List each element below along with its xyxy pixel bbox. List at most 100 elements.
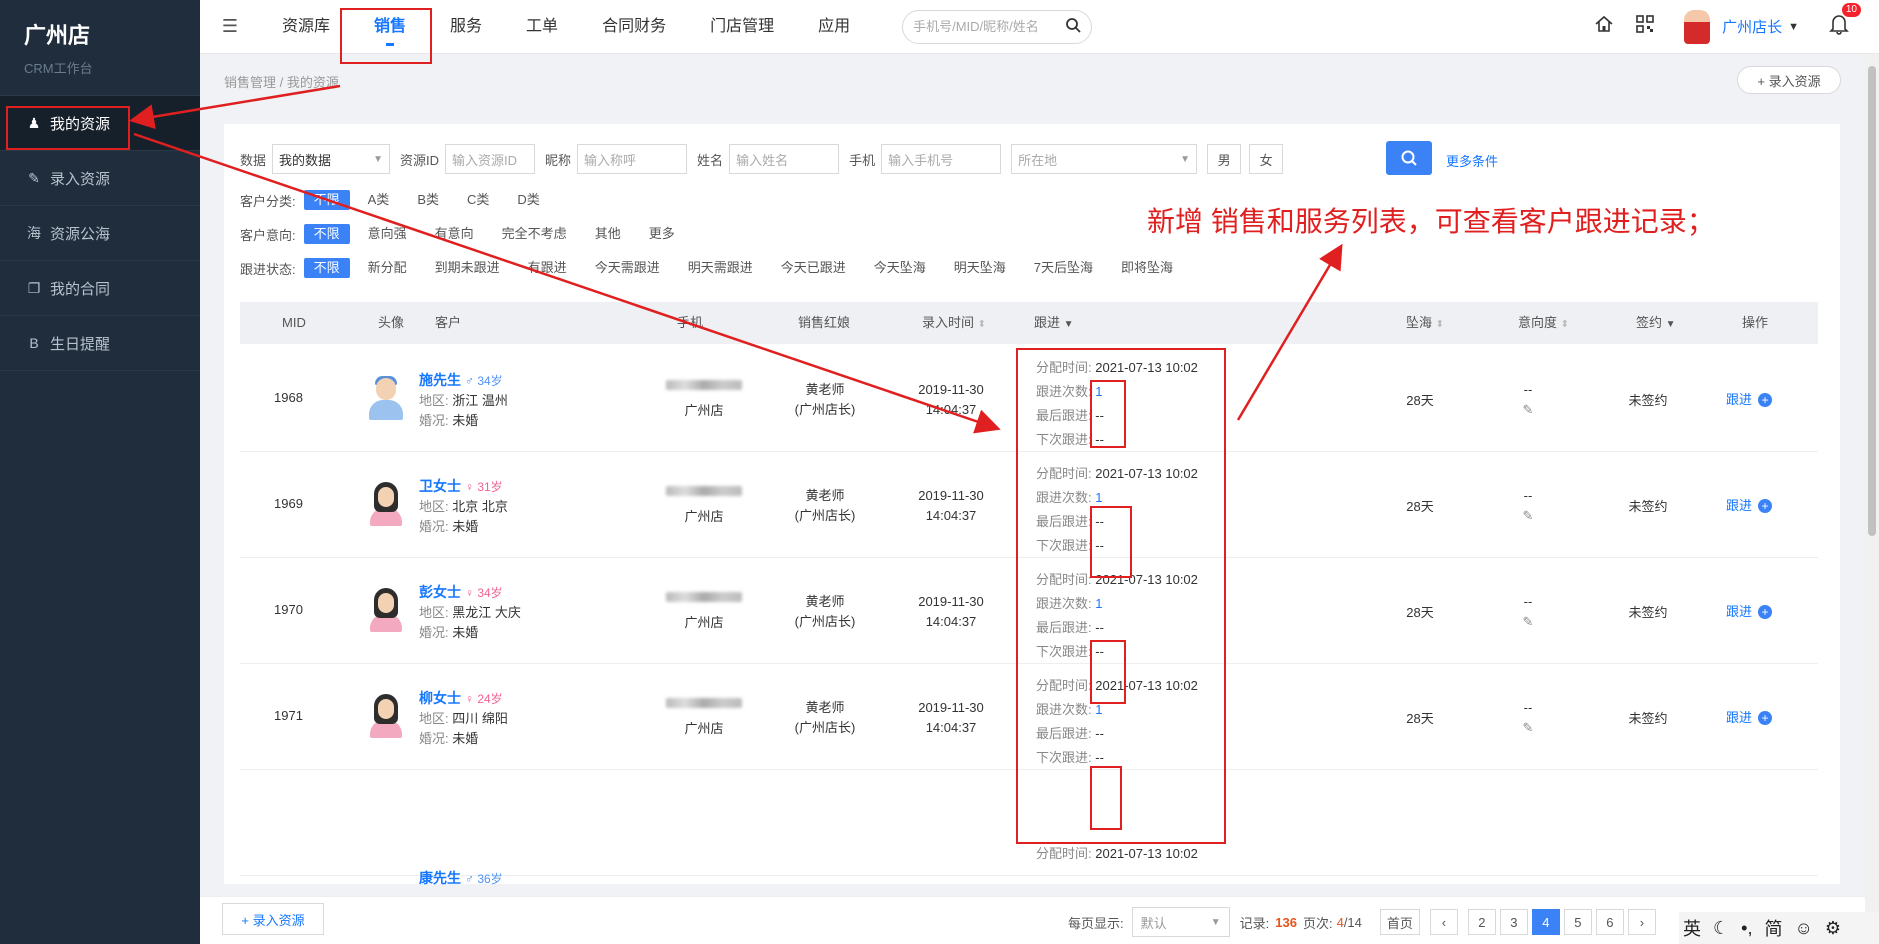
global-search[interactable] bbox=[902, 9, 1093, 44]
filter-chip[interactable]: 不限 bbox=[303, 258, 350, 278]
top-tab[interactable]: 应用 bbox=[796, 0, 872, 54]
filter-chip[interactable]: 新分配 bbox=[358, 258, 417, 278]
top-tab[interactable]: 合同财务 bbox=[580, 0, 688, 54]
home-icon[interactable] bbox=[1594, 14, 1614, 40]
first-page-button[interactable]: 首页 bbox=[1379, 909, 1420, 935]
emoji-icon[interactable]: ☺ bbox=[1794, 918, 1812, 939]
qrcode-icon[interactable] bbox=[1636, 14, 1654, 39]
page-number-button[interactable]: 2 bbox=[1467, 909, 1496, 935]
menu-toggle-icon[interactable]: ☰ bbox=[200, 16, 260, 37]
filter-chip[interactable]: 有意向 bbox=[425, 224, 484, 244]
filter-chip[interactable]: 明天坠海 bbox=[944, 258, 1016, 278]
follow-up-link[interactable]: 跟进 bbox=[1726, 604, 1752, 619]
nickname-input[interactable]: 输入称呼 bbox=[577, 144, 688, 174]
filter-chip[interactable]: 不限 bbox=[303, 224, 350, 244]
male-button[interactable]: 男 bbox=[1207, 144, 1242, 174]
punctuation-icon[interactable]: •, bbox=[1741, 918, 1752, 939]
follow-up-link[interactable]: 跟进 bbox=[1726, 710, 1752, 725]
scrollbar-thumb[interactable] bbox=[1868, 66, 1876, 536]
filter-chip[interactable]: B类 bbox=[407, 190, 449, 210]
bell-icon[interactable]: 10 bbox=[1829, 2, 1861, 41]
th-intent[interactable]: 意向度 ⬍ bbox=[1518, 302, 1569, 344]
page-number-button[interactable]: 3 bbox=[1499, 909, 1528, 935]
th-entry-time[interactable]: 录入时间 ⬍ bbox=[922, 302, 986, 344]
location-select[interactable]: 所在地 ▼ bbox=[1011, 144, 1198, 174]
add-resource-bottom-button[interactable]: + 录入资源 bbox=[222, 903, 324, 935]
per-page-select[interactable]: 默认 ▼ bbox=[1131, 907, 1230, 937]
filter-chip[interactable]: 今天坠海 bbox=[864, 258, 936, 278]
pencil-icon[interactable]: ✎ bbox=[1498, 400, 1558, 420]
sort-icon[interactable]: ⬍ bbox=[1561, 319, 1569, 330]
resource-id-input[interactable]: 输入资源ID bbox=[445, 144, 536, 174]
phone-cell: 广州店 bbox=[654, 592, 754, 631]
customer-name-link[interactable]: 彭女士 bbox=[419, 584, 461, 600]
ime-simplified[interactable]: 简 bbox=[1764, 915, 1782, 941]
phone-input[interactable]: 输入手机号 bbox=[881, 144, 1002, 174]
filter-chip[interactable]: 明天需跟进 bbox=[678, 258, 763, 278]
search-icon[interactable] bbox=[1065, 17, 1081, 36]
caret-down-icon[interactable]: ▼ bbox=[1666, 319, 1676, 330]
plus-circle-icon[interactable]: + bbox=[1758, 711, 1773, 725]
chevron-down-icon[interactable]: ▼ bbox=[1788, 21, 1799, 33]
pencil-icon[interactable]: ✎ bbox=[1498, 506, 1558, 526]
top-tab[interactable]: 服务 bbox=[428, 0, 504, 54]
top-tab[interactable]: 工单 bbox=[504, 0, 580, 54]
page-number-button[interactable]: 5 bbox=[1563, 909, 1592, 935]
global-search-input[interactable] bbox=[913, 19, 1066, 34]
filter-chip[interactable]: 有跟进 bbox=[518, 258, 577, 278]
ime-lang[interactable]: 英 bbox=[1683, 915, 1701, 941]
follow-up-link[interactable]: 跟进 bbox=[1726, 392, 1752, 407]
filter-chip[interactable]: 其他 bbox=[585, 224, 631, 244]
sidebar-item[interactable]: ✎ 录入资源 bbox=[0, 151, 200, 206]
name-input[interactable]: 输入姓名 bbox=[729, 144, 840, 174]
pencil-icon[interactable]: ✎ bbox=[1498, 612, 1558, 632]
filter-chip[interactable]: 不限 bbox=[303, 190, 350, 210]
filter-chip[interactable]: D类 bbox=[507, 190, 549, 210]
pencil-icon[interactable]: ✎ bbox=[1498, 718, 1558, 738]
plus-circle-icon[interactable]: + bbox=[1758, 499, 1773, 513]
next-page-icon[interactable]: › bbox=[1627, 909, 1656, 935]
user-avatar[interactable] bbox=[1684, 9, 1711, 44]
filter-chip[interactable]: 到期未跟进 bbox=[425, 258, 510, 278]
user-name[interactable]: 广州店长 bbox=[1722, 16, 1782, 37]
gear-icon[interactable]: ⚙ bbox=[1825, 918, 1841, 939]
filter-chip[interactable]: C类 bbox=[457, 190, 499, 210]
female-button[interactable]: 女 bbox=[1249, 144, 1284, 174]
page-number-button[interactable]: 4 bbox=[1531, 909, 1560, 935]
plus-circle-icon[interactable]: + bbox=[1758, 393, 1773, 407]
th-sign[interactable]: 签约 ▼ bbox=[1636, 302, 1676, 344]
follow-up-link[interactable]: 跟进 bbox=[1726, 498, 1752, 513]
filter-chip[interactable]: 更多 bbox=[639, 224, 685, 244]
filter-chip[interactable]: 7天后坠海 bbox=[1024, 258, 1103, 278]
page-number-button[interactable]: 6 bbox=[1595, 909, 1624, 935]
filter-chip[interactable]: 今天已跟进 bbox=[771, 258, 856, 278]
customer-name-link[interactable]: 施先生 bbox=[419, 372, 461, 388]
filter-chip[interactable]: 今天需跟进 bbox=[585, 258, 670, 278]
filter-chip[interactable]: 即将坠海 bbox=[1111, 258, 1183, 278]
customer-name-link[interactable]: 柳女士 bbox=[419, 690, 461, 706]
top-tab[interactable]: 门店管理 bbox=[688, 0, 796, 54]
region-label: 地区: bbox=[419, 605, 449, 620]
search-button[interactable] bbox=[1386, 141, 1432, 175]
sort-icon[interactable]: ⬍ bbox=[978, 319, 986, 330]
th-sea[interactable]: 坠海 ⬍ bbox=[1406, 302, 1444, 344]
sidebar-item[interactable]: ❐ 我的合同 bbox=[0, 261, 200, 316]
page-scrollbar[interactable] bbox=[1865, 54, 1879, 944]
sort-icon[interactable]: ⬍ bbox=[1436, 319, 1444, 330]
sidebar-item[interactable]: B 生日提醒 bbox=[0, 316, 200, 371]
plus-circle-icon[interactable]: + bbox=[1758, 605, 1773, 619]
th-follow[interactable]: 跟进 ▼ bbox=[1034, 302, 1074, 344]
top-tab[interactable]: 资源库 bbox=[260, 0, 352, 54]
prev-page-icon[interactable]: ‹ bbox=[1429, 909, 1458, 935]
add-resource-button[interactable]: + 录入资源 bbox=[1737, 66, 1841, 94]
more-conditions-link[interactable]: 更多条件 bbox=[1446, 151, 1498, 170]
filter-chip[interactable]: A类 bbox=[358, 190, 400, 210]
moon-icon[interactable]: ☾ bbox=[1713, 918, 1729, 939]
sidebar-item[interactable]: 海资源公海 bbox=[0, 206, 200, 261]
filter-chip[interactable]: 意向强 bbox=[358, 224, 417, 244]
data-select[interactable]: 我的数据 ▼ bbox=[272, 144, 391, 174]
filter-chip[interactable]: 完全不考虑 bbox=[492, 224, 577, 244]
caret-down-icon[interactable]: ▼ bbox=[1064, 319, 1074, 330]
customer-name-link[interactable]: 卫女士 bbox=[419, 478, 461, 494]
customer-name-link[interactable]: 康先生 bbox=[419, 870, 461, 886]
